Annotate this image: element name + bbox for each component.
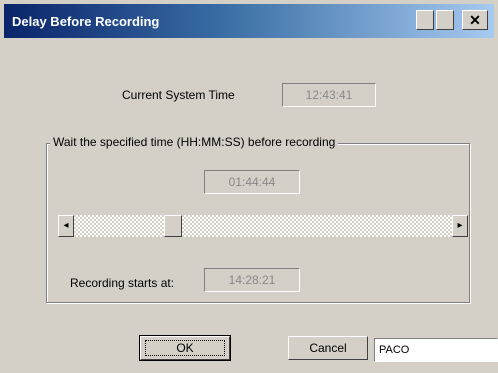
ok-button[interactable]: OK <box>139 335 231 361</box>
delay-dialog: Delay Before Recording ✕ Current System … <box>0 0 498 373</box>
wait-time-value: 01:44:44 <box>228 175 276 189</box>
scroll-right-button[interactable]: ▸ <box>452 215 468 237</box>
wait-time-scrollbar[interactable]: ◂ ▸ <box>58 215 468 237</box>
status-field: PACO <box>374 338 498 362</box>
title-bar: Delay Before Recording ✕ <box>4 4 494 38</box>
cancel-label: Cancel <box>309 341 347 355</box>
focus-ring <box>145 340 225 356</box>
arrow-right-icon: ▸ <box>457 220 463 231</box>
recording-starts-value: 14:28:21 <box>228 273 276 287</box>
scroll-left-button[interactable]: ◂ <box>58 215 74 237</box>
current-time-value: 12:43:41 <box>305 88 353 102</box>
scroll-thumb[interactable] <box>164 215 182 237</box>
close-button[interactable]: ✕ <box>462 10 488 30</box>
close-icon: ✕ <box>469 12 481 28</box>
window-title: Delay Before Recording <box>12 14 160 29</box>
recording-starts-label: Recording starts at: <box>70 276 175 290</box>
wait-time-field[interactable]: 01:44:44 <box>204 170 300 194</box>
current-time-field: 12:43:41 <box>282 83 376 107</box>
current-time-label: Current System Time <box>122 88 235 102</box>
minimize-button[interactable] <box>416 10 434 30</box>
wait-group-title: Wait the specified time (HH:MM:SS) befor… <box>50 135 339 149</box>
cancel-button[interactable]: Cancel <box>288 336 368 360</box>
arrow-left-icon: ◂ <box>63 220 69 231</box>
recording-starts-field: 14:28:21 <box>204 268 300 292</box>
status-text: PACO <box>379 344 410 356</box>
maximize-button[interactable] <box>436 10 454 30</box>
